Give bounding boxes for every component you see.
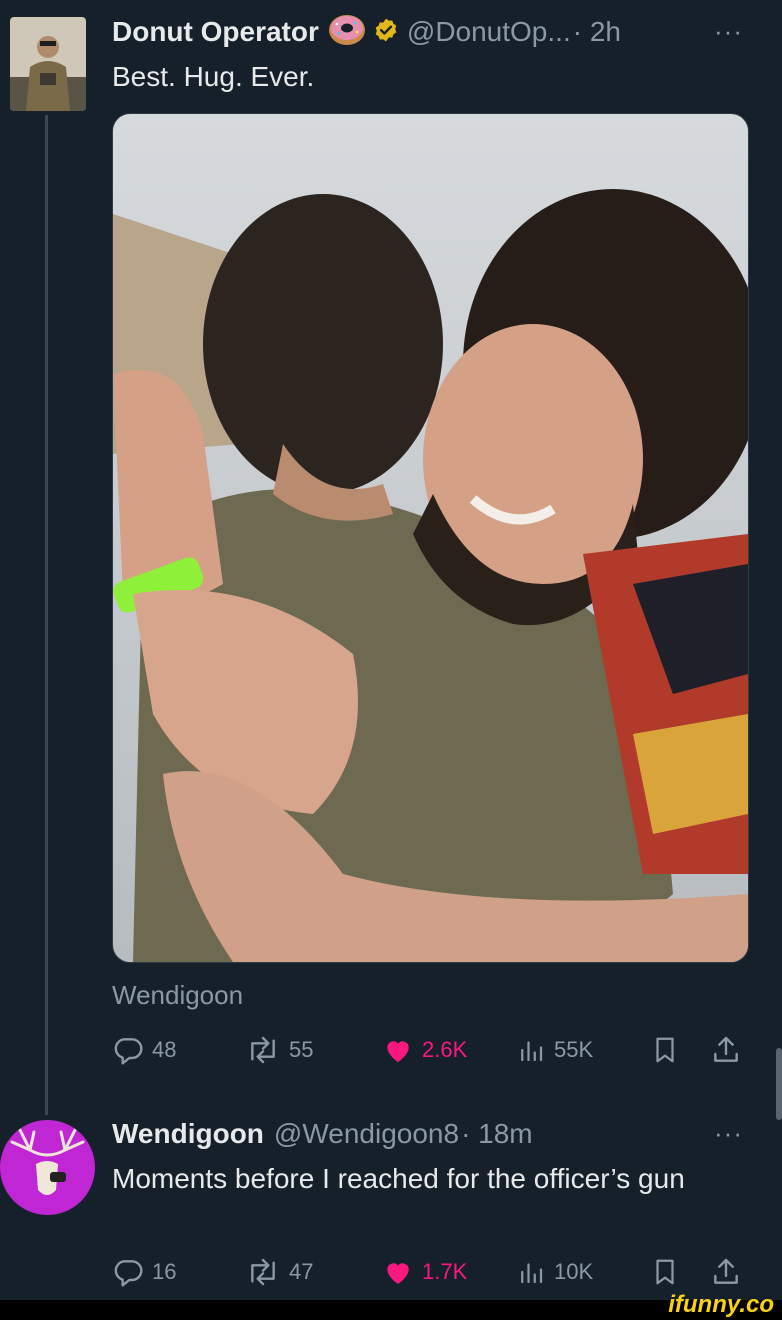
donut-icon [327, 13, 367, 52]
bookmark-icon [650, 1034, 680, 1066]
like-count: 2.6K [422, 1037, 468, 1062]
more-options-button[interactable]: ··· [714, 1118, 743, 1149]
share-button[interactable] [710, 1256, 742, 1288]
tweet-text: Moments before I reached for the officer… [112, 1163, 685, 1194]
bookmark-button[interactable] [650, 1034, 680, 1066]
tweet-header: Donut Operator @DonutOp... · 2h [112, 12, 621, 52]
reply-icon [112, 1256, 144, 1288]
avatar-wendigoon[interactable] [0, 1120, 95, 1215]
bookmark-icon [650, 1256, 680, 1288]
watermark: ifunny.co [668, 1291, 774, 1318]
handle[interactable]: @DonutOp... [407, 16, 571, 48]
share-button[interactable] [710, 1034, 742, 1066]
display-name[interactable]: Wendigoon [112, 1118, 264, 1150]
like-button[interactable]: 1.7K [382, 1256, 467, 1288]
handle[interactable]: @Wendigoon8 [274, 1118, 459, 1150]
tweet-photo[interactable] [112, 113, 749, 963]
reply-button[interactable]: 48 [112, 1034, 176, 1066]
views-chart-icon [516, 1034, 546, 1066]
views-count: 10K [554, 1259, 594, 1284]
tweet-actions: 16 47 1.7K 10K [112, 1256, 744, 1296]
retweet-button[interactable]: 47 [245, 1256, 313, 1288]
views-chart-icon [516, 1256, 546, 1288]
retweet-button[interactable]: 55 [245, 1034, 313, 1066]
tweet-2[interactable]: Wendigoon @Wendigoon8 · 18m ··· Moments … [0, 1110, 782, 1300]
retweet-count: 55 [289, 1037, 314, 1062]
retweet-icon [245, 1256, 281, 1288]
avatar-donut-operator[interactable] [10, 17, 86, 111]
views-button[interactable]: 10K [516, 1256, 593, 1288]
tweet-text: Best. Hug. Ever. [112, 61, 315, 92]
reply-button[interactable]: 16 [112, 1256, 176, 1288]
timestamp[interactable]: · 2h [573, 16, 621, 48]
footer-bar [0, 1300, 782, 1320]
reply-count: 16 [152, 1259, 177, 1284]
retweet-icon [245, 1034, 281, 1066]
heart-filled-icon [382, 1256, 414, 1288]
share-icon [710, 1256, 742, 1288]
more-options-button[interactable]: ··· [714, 16, 743, 47]
views-button[interactable]: 55K [516, 1034, 593, 1066]
views-count: 55K [554, 1037, 594, 1062]
reply-count: 48 [152, 1037, 177, 1062]
thread-line [45, 115, 48, 1115]
timestamp[interactable]: · 18m [461, 1118, 533, 1150]
media-credit[interactable]: Wendigoon [112, 980, 243, 1011]
tweet-actions: 48 55 2.6K 55K [112, 1034, 744, 1074]
share-icon [710, 1034, 742, 1066]
tweet-header: Wendigoon @Wendigoon8 · 18m [112, 1114, 533, 1154]
bookmark-button[interactable] [650, 1256, 680, 1288]
retweet-count: 47 [289, 1259, 314, 1284]
verified-badge-icon [373, 17, 399, 48]
reply-icon [112, 1034, 144, 1066]
tweet-1[interactable]: Donut Operator @DonutOp... · 2h ··· Best… [0, 0, 782, 1115]
heart-filled-icon [382, 1034, 414, 1066]
scrollbar[interactable] [776, 1048, 782, 1120]
display-name[interactable]: Donut Operator [112, 16, 319, 48]
like-button[interactable]: 2.6K [382, 1034, 467, 1066]
like-count: 1.7K [422, 1259, 468, 1284]
